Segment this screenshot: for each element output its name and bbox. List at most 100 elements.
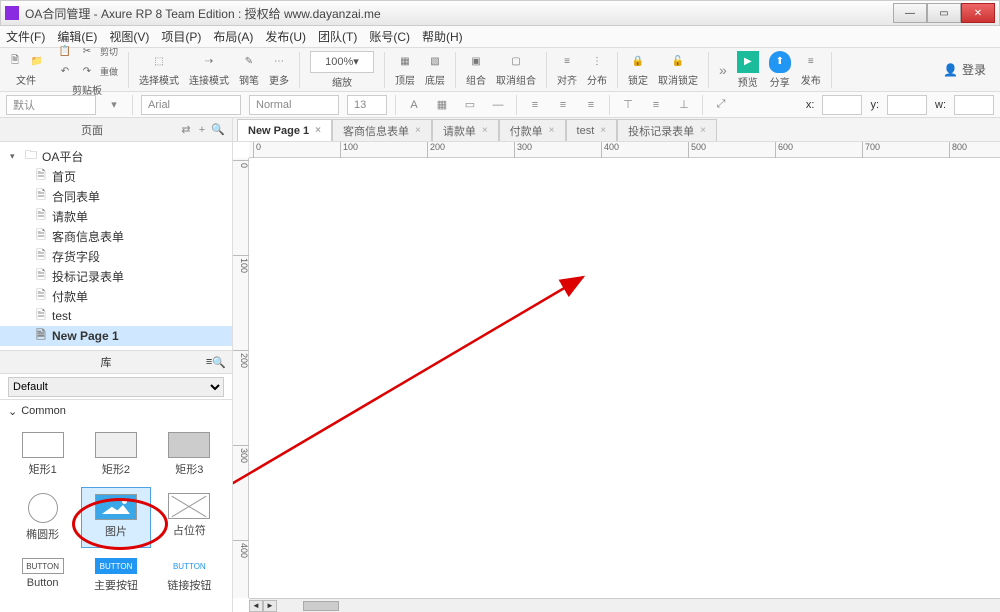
font-size-select[interactable]: 13 (347, 95, 387, 115)
redo-icon[interactable]: ↷ (78, 62, 96, 80)
close-tab-icon[interactable]: × (600, 125, 606, 136)
library-item-btnlink[interactable]: BUTTON链接按钮 (155, 552, 224, 599)
tab[interactable]: 付款单× (499, 119, 566, 141)
library-item-placeholder[interactable]: 占位符 (155, 487, 224, 548)
tree-item[interactable]: 🗎New Page 1 (0, 326, 232, 346)
library-item-rect3[interactable]: 矩形3 (155, 426, 224, 483)
library-category[interactable]: ⌄ Common (0, 400, 232, 422)
canvas[interactable] (249, 158, 1000, 598)
cut-icon[interactable]: ✂ (78, 42, 96, 60)
ungroup-button[interactable]: ▢取消组合 (496, 53, 536, 87)
close-tab-icon[interactable]: × (700, 125, 706, 136)
tree-item[interactable]: 🗎存货字段 (0, 246, 232, 266)
scroll-thumb[interactable] (303, 601, 339, 611)
page-search-icon[interactable]: 🔍 (210, 122, 226, 138)
library-item-rect2[interactable]: 矩形2 (81, 426, 150, 483)
align-button[interactable]: ≡对齐 (557, 53, 577, 87)
scroll-left-icon[interactable]: ◄ (249, 600, 263, 612)
close-tab-icon[interactable]: × (415, 125, 421, 136)
library-search-icon[interactable]: 🔍 (212, 356, 226, 369)
paste-icon[interactable]: 📋 (56, 42, 74, 60)
valign-top-icon[interactable]: ⊤ (618, 95, 638, 115)
tree-item[interactable]: 🗎付款单 (0, 286, 232, 306)
unlock-button[interactable]: 🔓取消锁定 (658, 53, 698, 87)
tab[interactable]: 投标记录表单× (617, 119, 717, 141)
minimize-button[interactable]: — (893, 3, 927, 23)
menubar: 文件(F) 编辑(E) 视图(V) 项目(P) 布局(A) 发布(U) 团队(T… (0, 26, 1000, 48)
tree-item[interactable]: 🗎合同表单 (0, 186, 232, 206)
library-item-image[interactable]: 图片 (81, 487, 150, 548)
library-item-rect1[interactable]: 矩形1 (8, 426, 77, 483)
border-icon[interactable]: ▭ (460, 95, 480, 115)
w-input[interactable] (954, 95, 994, 115)
font-family-select[interactable]: Arial (141, 95, 241, 115)
tree-item[interactable]: 🗎请款单 (0, 206, 232, 226)
align-right-icon[interactable]: ≡ (581, 95, 601, 115)
close-tab-icon[interactable]: × (549, 125, 555, 136)
style-dropdown-icon[interactable]: ▾ (104, 95, 124, 115)
text-color-icon[interactable]: A (404, 95, 424, 115)
scroll-right-icon[interactable]: ► (263, 600, 277, 612)
maximize-button[interactable]: ▭ (927, 3, 961, 23)
pen-button[interactable]: ✎钢笔 (239, 53, 259, 87)
publish-button[interactable]: ≡发布 (801, 53, 821, 87)
zoom-select[interactable]: 100% ▾ (310, 51, 374, 73)
menu-team[interactable]: 团队(T) (318, 28, 357, 45)
x-input[interactable] (822, 95, 862, 115)
send-back-button[interactable]: ▧底层 (425, 53, 445, 87)
tab[interactable]: 客商信息表单× (332, 119, 432, 141)
valign-bot-icon[interactable]: ⊥ (674, 95, 694, 115)
font-weight-select[interactable]: Normal (249, 95, 339, 115)
close-button[interactable]: ✕ (961, 3, 995, 23)
distribute-button[interactable]: ⋮分布 (587, 53, 607, 87)
library-dropdown[interactable]: Default (8, 377, 224, 397)
menu-project[interactable]: 项目(P) (161, 28, 201, 45)
library-item-btnpri[interactable]: BUTTON主要按钮 (81, 552, 150, 599)
align-center-icon[interactable]: ≡ (553, 95, 573, 115)
align-left-icon[interactable]: ≡ (525, 95, 545, 115)
menu-publish[interactable]: 发布(U) (265, 28, 306, 45)
page-options-icon[interactable]: ⇄ (178, 122, 194, 138)
overflow-button[interactable]: » (719, 62, 727, 78)
autosize-icon[interactable]: ⤢ (711, 95, 731, 115)
tree-item[interactable]: 🗎客商信息表单 (0, 226, 232, 246)
fill-color-icon[interactable]: ▦ (432, 95, 452, 115)
login-button[interactable]: 👤登录 (943, 61, 986, 78)
close-tab-icon[interactable]: × (315, 125, 321, 136)
lock-button[interactable]: 🔒锁定 (628, 53, 648, 87)
style-preset-select[interactable]: 默认 (6, 95, 96, 115)
add-page-icon[interactable]: + (194, 122, 210, 138)
tree-root[interactable]: ▾ 🗀 OA平台 (0, 146, 232, 166)
library-item-circle[interactable]: 椭圆形 (8, 487, 77, 548)
menu-account[interactable]: 账号(C) (369, 28, 410, 45)
tab[interactable]: New Page 1× (237, 119, 332, 141)
tree-item[interactable]: 🗎投标记录表单 (0, 266, 232, 286)
group-button[interactable]: ▣组合 (466, 53, 486, 87)
line-style-icon[interactable]: — (488, 95, 508, 115)
tab[interactable]: test× (566, 119, 618, 141)
menu-layout[interactable]: 布局(A) (213, 28, 253, 45)
select-mode-button[interactable]: ⬚选择模式 (139, 53, 179, 87)
undo-icon[interactable]: ↶ (56, 62, 74, 80)
tab[interactable]: 请款单× (432, 119, 499, 141)
more-button[interactable]: ⋯更多 (269, 53, 289, 87)
open-folder-icon[interactable]: 📁 (28, 52, 46, 70)
back-icon: ▧ (426, 53, 444, 71)
connect-mode-button[interactable]: ⇢连接模式 (189, 53, 229, 87)
tree-item[interactable]: 🗎test (0, 306, 232, 326)
share-button[interactable]: ⬆分享 (769, 51, 791, 89)
toolbar-clipboard-group[interactable]: 📋 ✂ 剪切 ↶ ↷ 重做 剪贴板 (56, 42, 118, 97)
tree-item[interactable]: 🗎首页 (0, 166, 232, 186)
new-file-icon[interactable]: 🗎 (6, 52, 24, 70)
library-item-btn[interactable]: BUTTONButton (8, 552, 77, 599)
collapse-icon[interactable]: ▾ (10, 151, 20, 162)
close-tab-icon[interactable]: × (482, 125, 488, 136)
bring-front-button[interactable]: ▦顶层 (395, 53, 415, 87)
valign-mid-icon[interactable]: ≡ (646, 95, 666, 115)
y-input[interactable] (887, 95, 927, 115)
toolbar-file-group[interactable]: 🗎 📁 文件 (6, 52, 46, 87)
preview-button[interactable]: ▶预览 (737, 51, 759, 89)
menu-help[interactable]: 帮助(H) (422, 28, 463, 45)
horizontal-scrollbar[interactable]: ◄ ► (249, 598, 1000, 612)
menu-file[interactable]: 文件(F) (6, 28, 45, 45)
